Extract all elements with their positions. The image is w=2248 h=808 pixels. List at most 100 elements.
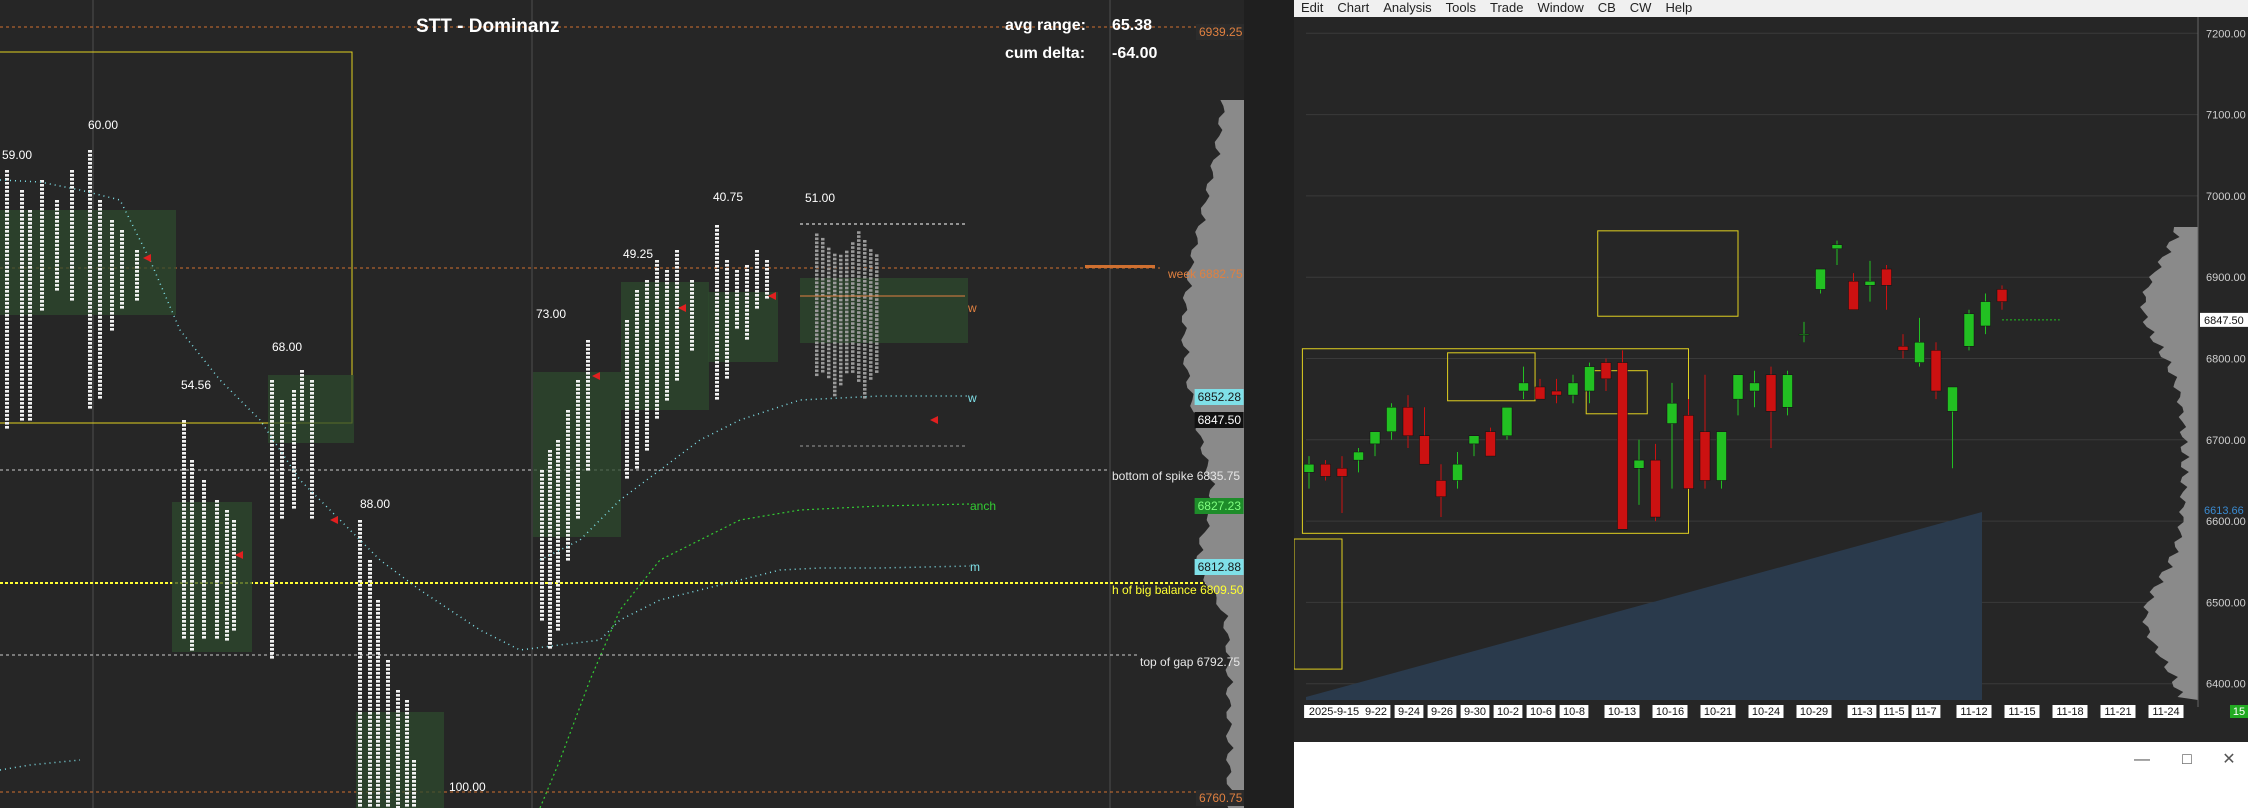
tpo-print	[88, 190, 92, 193]
tpo-print	[645, 308, 649, 311]
vwap-label: w	[968, 301, 977, 315]
tpo-print	[715, 397, 719, 400]
candlestick-chart[interactable]: 7200.007100.007000.006900.006800.006700.…	[1294, 17, 2248, 759]
minimize-icon[interactable]: —	[2127, 748, 2157, 772]
tpo-print	[358, 688, 362, 691]
tpo-print	[28, 258, 32, 261]
tpo-print	[20, 378, 24, 381]
panel-divider	[1244, 0, 1294, 808]
tpo-print	[556, 600, 560, 603]
tpo-print	[386, 692, 390, 695]
market-profile-canvas[interactable]	[0, 0, 1244, 808]
tpo-print	[98, 276, 102, 279]
menu-cb[interactable]: CB	[1591, 0, 1623, 17]
menu-trade[interactable]: Trade	[1483, 0, 1530, 17]
tpo-print	[358, 656, 362, 659]
tpo-print	[88, 350, 92, 353]
tpo-print	[88, 270, 92, 273]
menu-edit[interactable]: Edit	[1294, 0, 1330, 17]
tpo-print	[386, 696, 390, 699]
menu-window[interactable]: Window	[1530, 0, 1590, 17]
tpo-print	[376, 772, 380, 775]
tpo-print	[566, 522, 570, 525]
tpo-print	[110, 280, 114, 283]
tpo-print	[576, 456, 580, 459]
tpo-print	[358, 804, 362, 807]
menu-cw[interactable]: CW	[1623, 0, 1659, 17]
tpo-print	[655, 268, 659, 271]
close-icon[interactable]: ✕	[2214, 748, 2244, 772]
tpo-print	[735, 302, 739, 305]
tpo-print	[110, 228, 114, 231]
tpo-print	[232, 552, 236, 555]
tpo-print	[635, 322, 639, 325]
tpo-print	[110, 292, 114, 295]
tpo-print	[725, 268, 729, 271]
anchored-vwap-label: anch	[970, 499, 997, 513]
menu-tools[interactable]: Tools	[1439, 0, 1483, 17]
tpo-print	[215, 588, 219, 591]
tpo-print	[755, 286, 759, 289]
tpo-print	[5, 230, 9, 233]
tpo-print	[368, 732, 372, 735]
tpo-print	[548, 518, 552, 521]
tpo-print	[28, 270, 32, 273]
tpo-print	[270, 512, 274, 515]
maximize-icon[interactable]: □	[2172, 748, 2202, 772]
tpo-print-current	[815, 325, 819, 329]
tpo-print	[232, 520, 236, 523]
tpo-print	[386, 716, 390, 719]
tpo-print	[270, 456, 274, 459]
tpo-print	[120, 250, 124, 253]
tpo-print	[540, 502, 544, 505]
tpo-print	[270, 412, 274, 415]
tpo-print	[190, 600, 194, 603]
menu-analysis[interactable]: Analysis	[1376, 0, 1438, 17]
tpo-print	[28, 370, 32, 373]
tpo-print	[358, 736, 362, 739]
tpo-print	[655, 296, 659, 299]
tpo-print	[358, 784, 362, 787]
candlestick-window[interactable]: Edit Chart Analysis Tools Trade Window C…	[1294, 0, 2248, 808]
tpo-print	[202, 524, 206, 527]
tpo-print	[215, 504, 219, 507]
tpo-print	[368, 700, 372, 703]
tpo-print	[310, 416, 314, 419]
tpo-print	[28, 234, 32, 237]
tpo-print	[655, 404, 659, 407]
tpo-print	[765, 280, 769, 283]
tpo-print	[735, 294, 739, 297]
tpo-print	[645, 356, 649, 359]
date-label: 11-18	[2056, 706, 2083, 718]
tpo-print	[270, 548, 274, 551]
tpo-print-current	[857, 255, 861, 258]
tpo-print	[655, 396, 659, 399]
tpo-print-current	[815, 285, 819, 289]
tpo-print	[625, 388, 629, 391]
candle-body	[1336, 468, 1348, 477]
tpo-print	[202, 612, 206, 615]
tpo-print	[310, 424, 314, 427]
tpo-print	[655, 384, 659, 387]
candle-body	[1699, 431, 1711, 481]
tpo-print	[735, 306, 739, 309]
tpo-print	[655, 412, 659, 415]
tpo-print	[310, 428, 314, 431]
tpo-print	[376, 800, 380, 803]
tpo-print	[586, 404, 590, 407]
tpo-print	[376, 788, 380, 791]
tpo-print	[88, 234, 92, 237]
tpo-print	[540, 566, 544, 569]
menu-help[interactable]: Help	[1658, 0, 1699, 17]
tpo-print	[548, 462, 552, 465]
menu-chart[interactable]: Chart	[1330, 0, 1376, 17]
tpo-print	[715, 329, 719, 332]
tpo-print	[98, 328, 102, 331]
market-profile-chart[interactable]: STT - Dominanz avg range: 65.38 cum delt…	[0, 0, 1244, 808]
tpo-print	[386, 760, 390, 763]
tpo-print	[586, 412, 590, 415]
tpo-print	[540, 530, 544, 533]
tpo-print	[715, 297, 719, 300]
tpo-print	[280, 512, 284, 515]
tpo-print	[645, 388, 649, 391]
